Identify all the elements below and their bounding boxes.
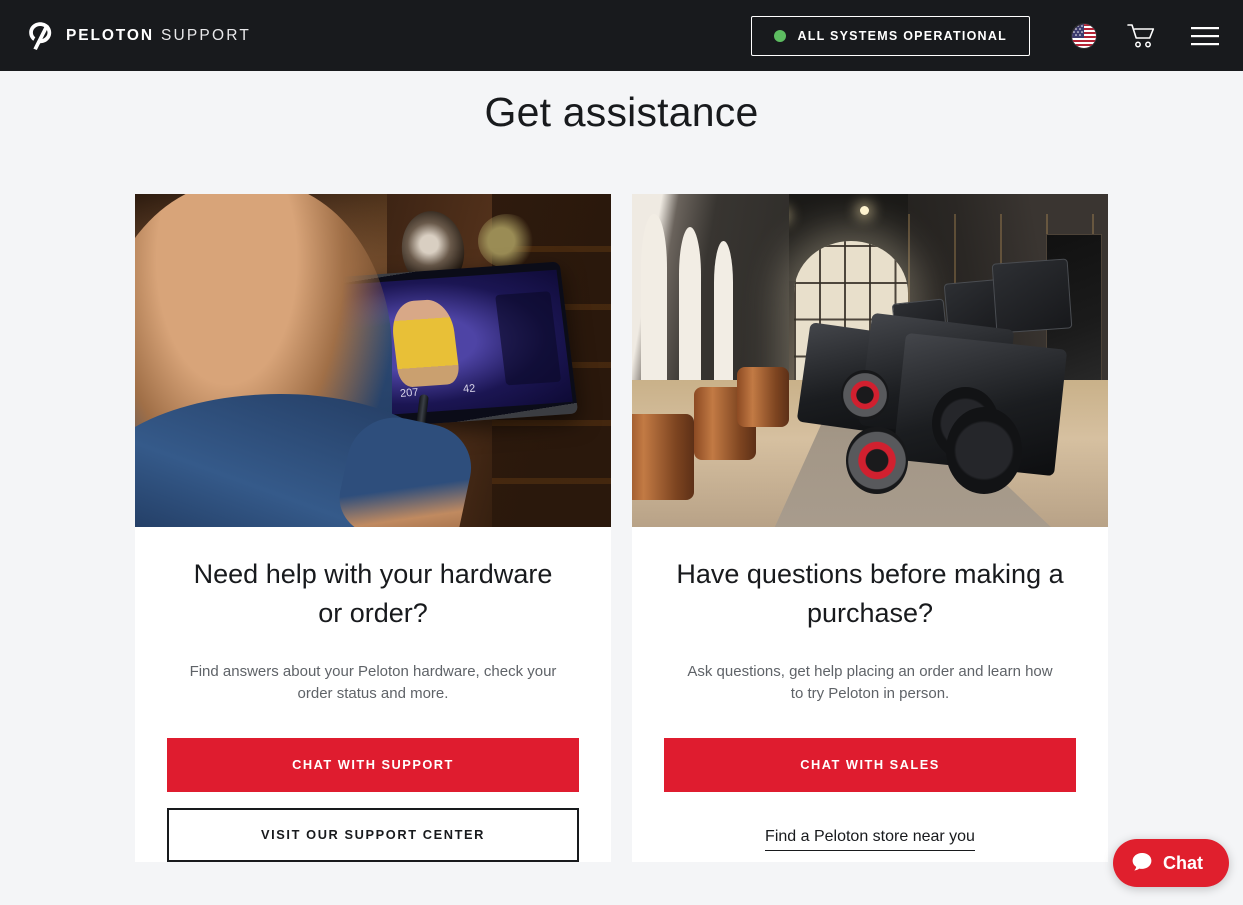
sales-card: Have questions before making a purchase?… <box>632 194 1108 862</box>
visit-support-center-button[interactable]: VISIT OUR SUPPORT CENTER <box>167 807 579 862</box>
photo-stool <box>736 367 790 428</box>
support-card-body: Need help with your hardware or order? F… <box>135 527 611 862</box>
page-title: Get assistance <box>484 89 759 135</box>
chat-with-sales-button[interactable]: CHAT WITH SALES <box>664 737 1076 792</box>
chat-bubble-icon <box>1131 851 1153 876</box>
photo-leaderboard <box>494 291 561 385</box>
photo-stool <box>632 413 694 501</box>
shopping-cart-icon[interactable] <box>1127 23 1157 49</box>
brand-subname: SUPPORT <box>160 26 251 44</box>
sales-card-description: Ask questions, get help placing an order… <box>687 662 1053 703</box>
find-store-link[interactable]: Find a Peloton store near you <box>765 828 975 851</box>
support-card-image: 108 207 42 <box>135 194 611 527</box>
chat-widget-button[interactable]: Chat <box>1113 839 1229 887</box>
site-header: PELOTON SUPPORT ALL SYSTEMS OPERATIONAL <box>0 0 1243 71</box>
photo-flywheel <box>946 407 1023 494</box>
hamburger-menu-icon[interactable] <box>1189 24 1221 48</box>
photo-instructor <box>389 298 461 387</box>
photo-bike-crank <box>846 427 909 494</box>
status-badge-label: ALL SYSTEMS OPERATIONAL <box>797 28 1007 43</box>
support-card-title: Need help with your hardware or order? <box>193 559 553 629</box>
sales-card-image <box>632 194 1108 527</box>
brand-wordmark: PELOTON SUPPORT <box>66 27 251 45</box>
status-dot-icon <box>774 29 787 42</box>
page-content: Get assistance 108 207 42 <box>0 71 1243 905</box>
peloton-p-logo-icon <box>27 21 55 51</box>
support-card: 108 207 42 Need help with your hardware … <box>135 194 611 862</box>
brand-name: PELOTON <box>66 26 154 44</box>
support-card-description: Find answers about your Peloton hardware… <box>189 662 557 703</box>
chat-with-support-button[interactable]: CHAT WITH SUPPORT <box>167 737 579 792</box>
sales-card-body: Have questions before making a purchase?… <box>632 527 1108 851</box>
photo-plant <box>477 213 536 268</box>
status-badge[interactable]: ALL SYSTEMS OPERATIONAL <box>751 15 1030 56</box>
sales-card-title: Have questions before making a purchase? <box>676 559 1064 629</box>
us-flag-icon[interactable] <box>1071 22 1097 49</box>
header-actions: ALL SYSTEMS OPERATIONAL <box>751 15 1221 56</box>
brand-home-link[interactable]: PELOTON SUPPORT <box>27 21 251 51</box>
chat-widget-label: Chat <box>1163 852 1203 873</box>
photo-bike-tablet <box>991 258 1073 334</box>
assistance-cards: 108 207 42 Need help with your hardware … <box>0 194 1243 862</box>
